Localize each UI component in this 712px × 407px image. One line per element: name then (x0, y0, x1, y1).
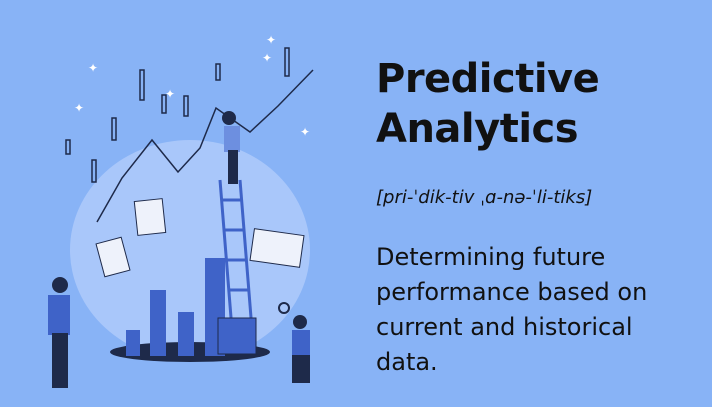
title-line-1: Predictive (376, 56, 600, 102)
description: Determining future performance based on … (376, 243, 648, 376)
pronunciation: [pri-ˈdik-tiv ˌɑ-nə-ˈli-tiks] (376, 187, 593, 208)
svg-text:✦: ✦ (300, 125, 310, 139)
svg-text:✦: ✦ (262, 51, 272, 65)
predictive-analytics-illustration: ✦ ✦ ✦ ✦ ✦ ✦ (48, 33, 314, 388)
svg-text:✦: ✦ (74, 101, 84, 115)
page-title: Predictive Analytics (376, 54, 600, 154)
svg-text:✦: ✦ (165, 87, 175, 101)
person-left (48, 277, 70, 388)
svg-text:✦: ✦ (88, 61, 98, 75)
title-line-2: Analytics (376, 106, 579, 152)
sparkles: ✦ ✦ ✦ ✦ ✦ ✦ (74, 33, 310, 139)
svg-text:✦: ✦ (266, 33, 276, 47)
